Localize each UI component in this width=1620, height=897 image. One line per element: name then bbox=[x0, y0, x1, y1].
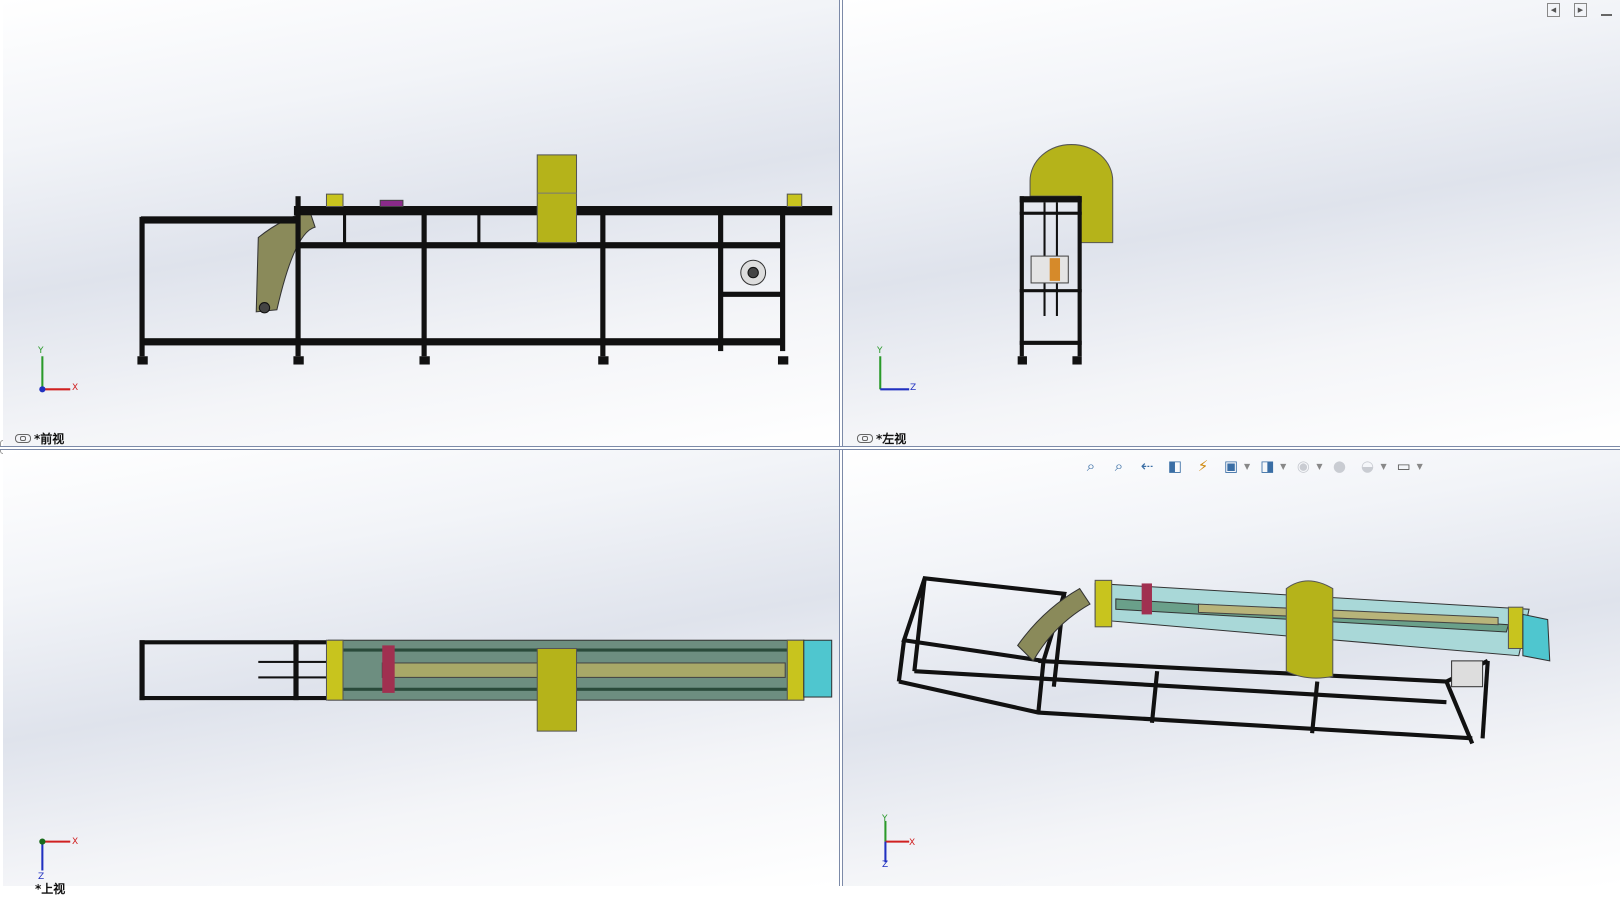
chevron-down-icon[interactable]: ▼ bbox=[1244, 462, 1250, 471]
link-views-icon[interactable] bbox=[857, 434, 873, 443]
top-view-model bbox=[139, 639, 833, 732]
chevron-down-icon[interactable]: ▼ bbox=[1380, 462, 1386, 471]
expand-right-icon[interactable]: ▶ bbox=[1574, 3, 1587, 17]
section-view-icon[interactable]: ◧ bbox=[1164, 455, 1186, 477]
collapse-left-icon[interactable]: ◀ bbox=[1547, 3, 1560, 17]
dynamic-annotation-icon[interactable]: ⚡ bbox=[1192, 455, 1214, 477]
apply-scene-icon[interactable]: ◒ bbox=[1356, 455, 1378, 477]
chevron-down-icon[interactable]: ▼ bbox=[1316, 462, 1322, 471]
window-controls: ◀ ▶ bbox=[1547, 3, 1612, 17]
axis-label-x: X bbox=[72, 383, 79, 393]
previous-view-icon[interactable]: ⇠ bbox=[1136, 455, 1158, 477]
triad-icons bbox=[39, 356, 910, 871]
axis-label-z: Z bbox=[882, 860, 889, 870]
viewport-label-left[interactable]: *左视 bbox=[857, 430, 906, 447]
view-orientation-icon[interactable]: ▣ bbox=[1220, 455, 1242, 477]
viewport-label-front[interactable]: *前视 bbox=[15, 430, 64, 447]
zoom-to-area-icon[interactable]: ⌕ bbox=[1108, 455, 1130, 477]
viewport-label-top[interactable]: *上视 bbox=[35, 880, 65, 897]
zoom-to-fit-icon[interactable]: ⌕ bbox=[1080, 455, 1102, 477]
link-views-icon[interactable] bbox=[15, 434, 31, 443]
chevron-down-icon[interactable]: ▼ bbox=[1417, 462, 1423, 471]
axis-label-y: Y bbox=[877, 346, 883, 356]
view-settings-icon[interactable]: ▭ bbox=[1393, 455, 1415, 477]
edit-appearance-icon[interactable]: ● bbox=[1328, 455, 1350, 477]
heads-up-view-toolbar: ⌕ ⌕ ⇠ ◧ ⚡ ▣ ▼ ◨ ▼ ◉ ▼ ● ◒ ▼ ▭ ▼ bbox=[1080, 455, 1423, 477]
axis-label-z: Z bbox=[910, 383, 917, 393]
chevron-down-icon[interactable]: ▼ bbox=[1280, 462, 1286, 471]
minimize-icon[interactable] bbox=[1601, 13, 1612, 16]
left-view-model bbox=[1017, 144, 1114, 365]
axis-label-x: X bbox=[72, 837, 79, 847]
axis-label-y: Y bbox=[882, 814, 888, 824]
axis-label-y: Y bbox=[38, 346, 44, 356]
front-view-model bbox=[137, 154, 833, 365]
hide-show-items-icon[interactable]: ◉ bbox=[1292, 455, 1314, 477]
display-style-icon[interactable]: ◨ bbox=[1256, 455, 1278, 477]
axis-label-x: X bbox=[909, 838, 916, 848]
model-drawings bbox=[39, 144, 1551, 871]
